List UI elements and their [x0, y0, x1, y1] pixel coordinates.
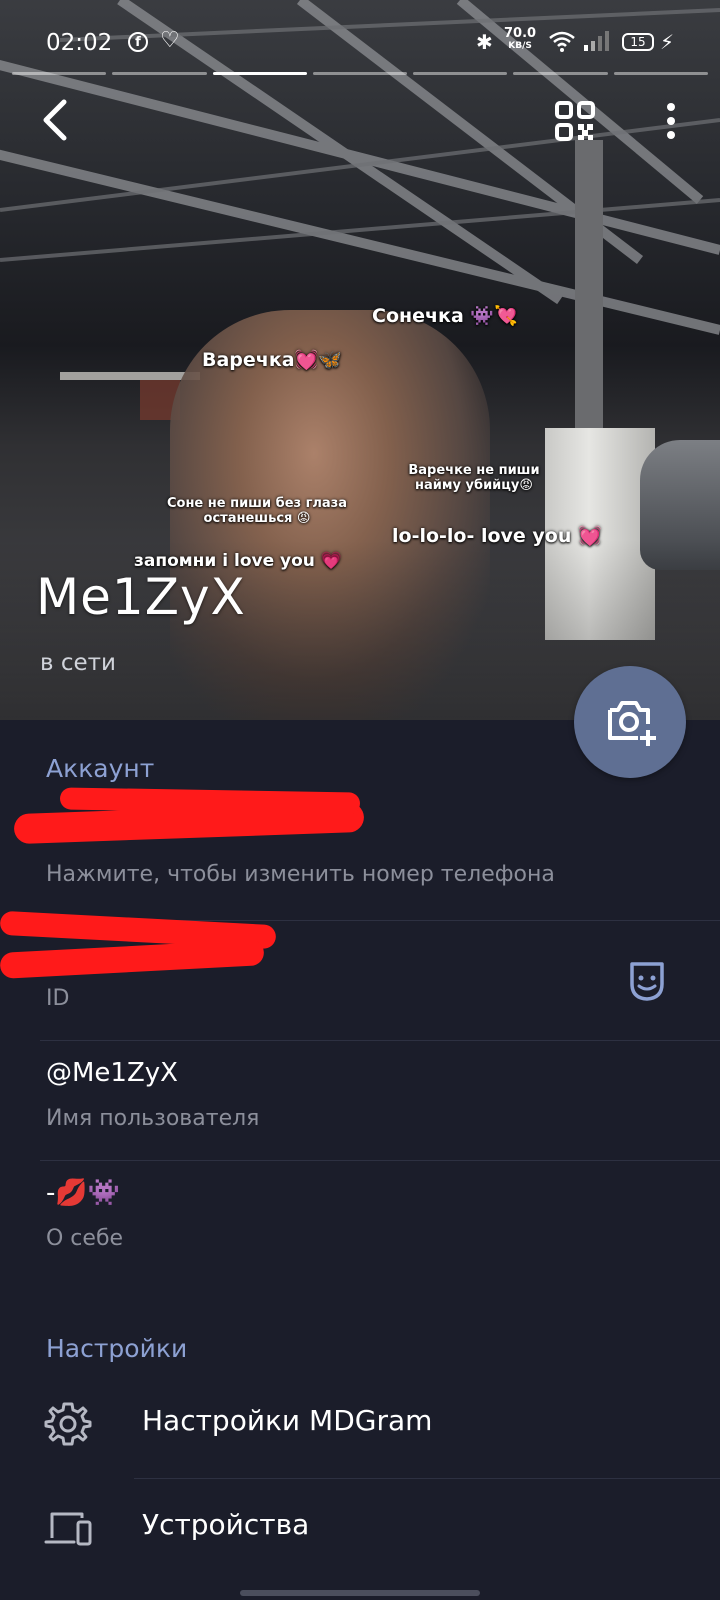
- photo-sticker-text: Варечка💓🦋: [202, 349, 342, 371]
- heart-icon: ♡: [160, 28, 180, 53]
- story-segment: [513, 72, 608, 75]
- story-segment: [413, 72, 508, 75]
- settings-item-label: Настройки MDGram: [142, 1404, 433, 1437]
- profile-name: Me1ZyX: [36, 568, 246, 626]
- profile-online-status: в сети: [40, 650, 117, 676]
- emoji-status-icon[interactable]: [626, 960, 668, 1002]
- section-title-account: Аккаунт: [46, 754, 155, 783]
- back-button[interactable]: [34, 96, 82, 144]
- camera-add-icon: [608, 701, 656, 746]
- gear-icon: [44, 1402, 92, 1446]
- story-progress-bars: [12, 72, 708, 76]
- story-segment: [613, 72, 708, 75]
- wifi-icon: [549, 31, 575, 52]
- network-speed: 70.0 KB/S: [504, 26, 537, 51]
- set-photo-button[interactable]: [574, 666, 686, 778]
- phone-hint: Нажмите, чтобы изменить номер телефона: [46, 862, 555, 887]
- username-value: @Me1ZyX: [46, 1058, 178, 1088]
- settings-item-label: Устройства: [142, 1508, 310, 1541]
- more-menu-button[interactable]: [656, 100, 686, 142]
- photo-sticker-text: Сонечка 👾💘: [372, 305, 518, 327]
- bio-value: -💋👾: [46, 1178, 121, 1208]
- username-label: Имя пользователя: [46, 1106, 260, 1131]
- id-label: ID: [46, 986, 70, 1011]
- story-segment: [212, 72, 307, 75]
- battery-icon: 15: [622, 33, 654, 51]
- story-segment: [112, 72, 207, 75]
- facebook-icon: f: [128, 32, 148, 52]
- signal-icon: [584, 31, 609, 51]
- bio-label: О себе: [46, 1226, 124, 1251]
- settings-item-mdgram[interactable]: Настройки MDGram: [0, 1376, 720, 1472]
- photo-sticker-text: Соне не пиши без глаза останешься 😡: [166, 496, 348, 526]
- section-title-settings: Настройки: [46, 1334, 188, 1363]
- status-bar: 02:02 f ♡ ✱ 70.0 KB/S 15 ⚡: [0, 0, 720, 80]
- story-segment: [312, 72, 408, 75]
- bluetooth-icon: ✱: [476, 30, 493, 54]
- charging-icon: ⚡: [660, 30, 675, 54]
- qr-code-button[interactable]: [554, 100, 596, 142]
- home-indicator[interactable]: [240, 1590, 480, 1596]
- story-segment: [12, 72, 107, 75]
- settings-item-devices[interactable]: Устройства: [0, 1480, 720, 1576]
- photo-sticker-text: lo-lo-lo- love you 💓: [392, 525, 602, 547]
- photo-sticker-text: Варечке не пиши найму убийцу😡: [408, 463, 540, 493]
- devices-icon: [44, 1512, 92, 1546]
- status-time: 02:02: [46, 30, 113, 56]
